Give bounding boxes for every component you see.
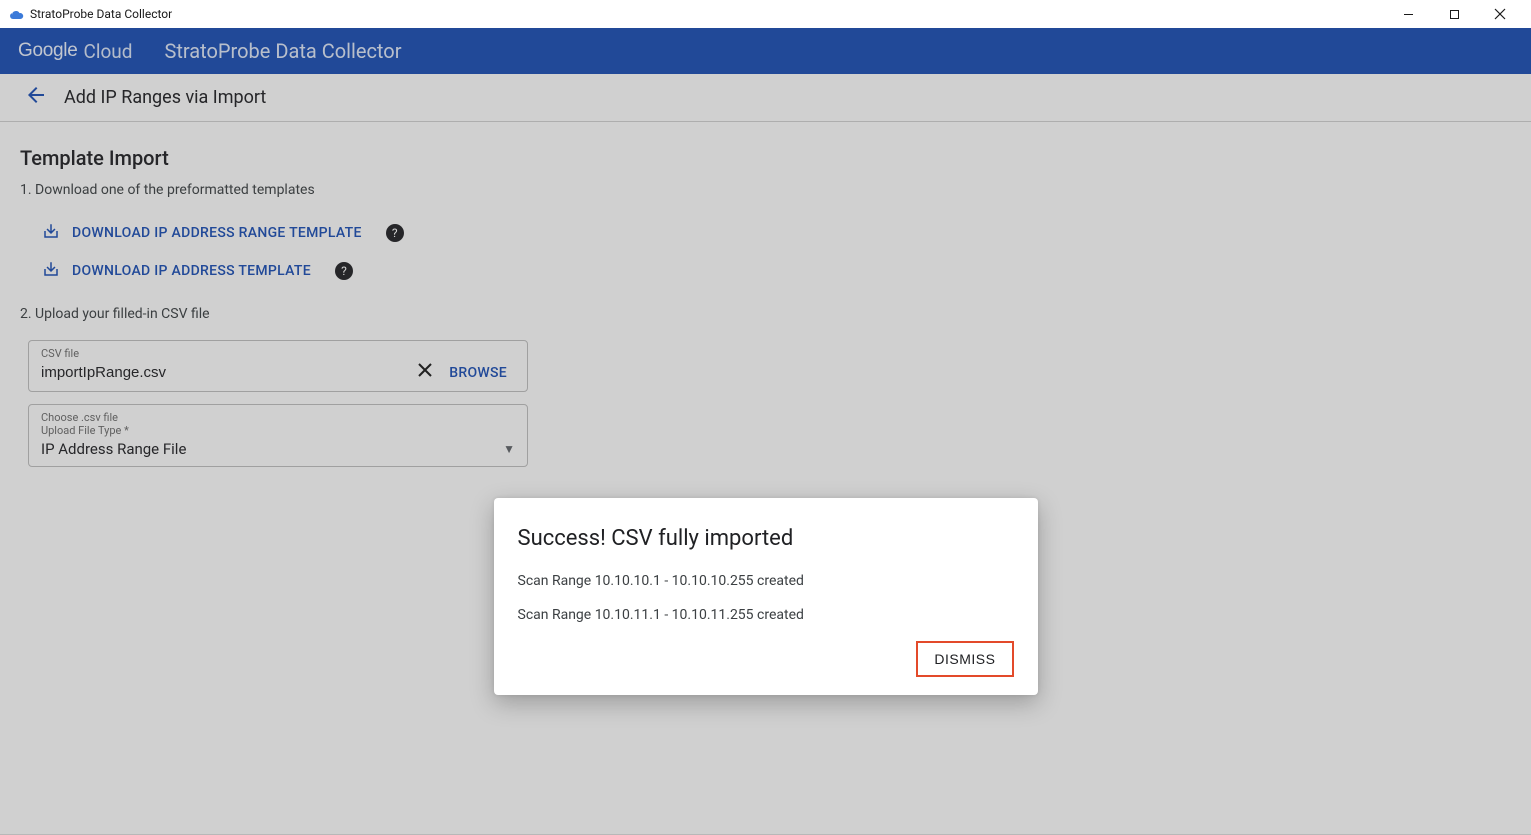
window-titlebar: StratoProbe Data Collector (0, 0, 1531, 28)
dialog-message-2: Scan Range 10.10.11.1 - 10.10.11.255 cre… (518, 607, 1014, 623)
app-icon (8, 6, 24, 22)
window-title: StratoProbe Data Collector (30, 7, 172, 21)
maximize-button[interactable] (1431, 0, 1477, 28)
dialog-message-1: Scan Range 10.10.10.1 - 10.10.10.255 cre… (518, 573, 1014, 589)
dialog-title: Success! CSV fully imported (518, 526, 1014, 551)
modal-scrim (0, 28, 1531, 835)
success-dialog: Success! CSV fully imported Scan Range 1… (494, 498, 1038, 695)
window-controls (1385, 0, 1523, 28)
close-button[interactable] (1477, 0, 1523, 28)
dialog-actions: DISMISS (518, 641, 1014, 677)
titlebar-left: StratoProbe Data Collector (8, 6, 172, 22)
minimize-button[interactable] (1385, 0, 1431, 28)
dismiss-button[interactable]: DISMISS (916, 641, 1013, 677)
